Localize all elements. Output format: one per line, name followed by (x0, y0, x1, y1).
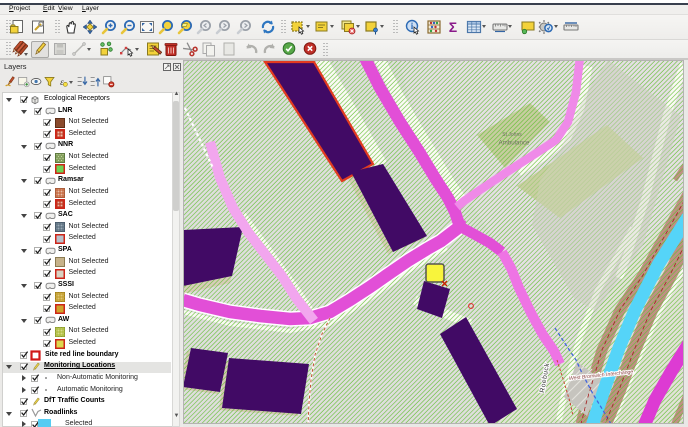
svg-text:Ambulance: Ambulance (499, 140, 531, 147)
svg-text:Σ: Σ (449, 19, 457, 35)
svg-text:St Johns: St Johns (502, 132, 522, 138)
